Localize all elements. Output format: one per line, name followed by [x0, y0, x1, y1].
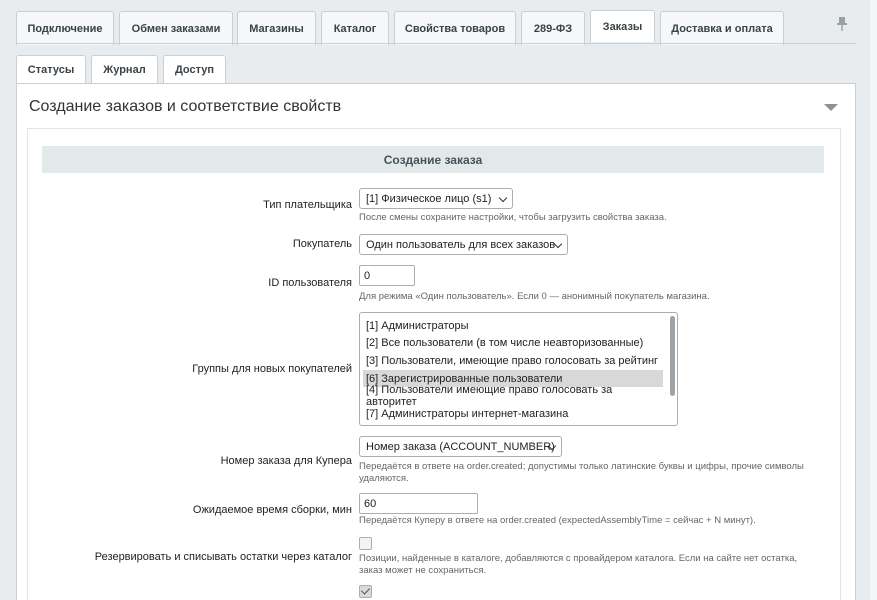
pin-icon[interactable]	[836, 16, 848, 32]
main-tabs: Подключение Обмен заказами Магазины Ката…	[0, 0, 877, 45]
assembly-time-label: Ожидаемое время сборки, мин	[192, 504, 352, 516]
payer-type-select[interactable]: [1] Физическое лицо (s1)	[359, 188, 513, 209]
buyer-select[interactable]: Один пользователь для всех заказов	[359, 234, 568, 255]
tab-delivery-payment[interactable]: Доставка и оплата	[660, 11, 784, 45]
payer-type-hint: После смены сохраните настройки, чтобы з…	[359, 212, 667, 223]
user-id-input[interactable]: 0	[359, 265, 415, 286]
scrollbar-thumb[interactable]	[670, 316, 675, 396]
user-id-hint: Для режима «Один пользователь». Если 0 —…	[359, 291, 710, 302]
block-heading: Создание заказа	[42, 146, 824, 173]
chevron-down-icon	[498, 193, 508, 203]
user-id-label: ID пользователя	[268, 277, 352, 289]
subtab-journal[interactable]: Журнал	[91, 55, 158, 83]
groups-listbox[interactable]: [1] Администраторы [2] Все пользователи …	[359, 312, 678, 426]
tab-connection[interactable]: Подключение	[16, 11, 114, 45]
reserve-label: Резервировать и списывать остатки через …	[94, 551, 352, 563]
tab-orders[interactable]: Заказы	[590, 10, 655, 42]
section-title: Создание заказов и соответствие свойств	[29, 98, 342, 115]
tab-catalog[interactable]: Каталог	[321, 11, 389, 45]
list-item[interactable]: [2] Все пользователи (в том числе неавто…	[363, 334, 663, 351]
list-item[interactable]: [1] Администраторы	[363, 317, 663, 334]
tab-divider	[16, 43, 856, 44]
order-number-hint-2: удаляются.	[359, 473, 409, 484]
tab-order-exchange[interactable]: Обмен заказами	[119, 11, 233, 45]
order-number-value: Номер заказа (ACCOUNT_NUMBER)	[366, 440, 555, 453]
subtab-statuses[interactable]: Статусы	[16, 55, 86, 83]
buyer-value: Один пользователь для всех заказов	[366, 238, 556, 251]
assembly-time-input[interactable]: 60	[359, 493, 478, 514]
tab-289fz[interactable]: 289-ФЗ	[521, 11, 585, 45]
collapse-arrow-icon[interactable]	[824, 104, 838, 111]
order-number-label: Номер заказа для Купера	[220, 455, 352, 467]
order-number-select[interactable]: Номер заказа (ACCOUNT_NUMBER)	[359, 436, 562, 457]
reserve-hint-2: заказ может не сохраниться.	[359, 565, 487, 576]
list-item[interactable]: [4] Пользователи имеющие право голосоват…	[363, 384, 663, 408]
payer-type-value: [1] Физическое лицо (s1)	[366, 192, 492, 205]
list-item[interactable]: [7] Администраторы интернет-магазина	[363, 405, 663, 422]
order-number-hint: Передаётся в ответе на order.created; до…	[359, 461, 804, 472]
payer-type-label: Тип плательщика	[263, 199, 352, 211]
reserve-checkbox[interactable]	[359, 537, 372, 550]
subtab-access[interactable]: Доступ	[163, 55, 226, 83]
tab-shops[interactable]: Магазины	[237, 11, 316, 45]
groups-label: Группы для новых покупателей	[192, 363, 352, 375]
assembly-time-hint: Передаётся Куперу в ответе на order.crea…	[359, 515, 756, 526]
tab-product-properties[interactable]: Свойства товаров	[394, 11, 516, 45]
reserve-hint: Позиции, найденные в каталоге, добавляют…	[359, 553, 798, 564]
extra-checkbox[interactable]	[359, 585, 372, 598]
page-scrollbar[interactable]	[870, 0, 877, 600]
list-item[interactable]: [3] Пользователи, имеющие право голосова…	[363, 352, 663, 369]
buyer-label: Покупатель	[292, 238, 352, 250]
